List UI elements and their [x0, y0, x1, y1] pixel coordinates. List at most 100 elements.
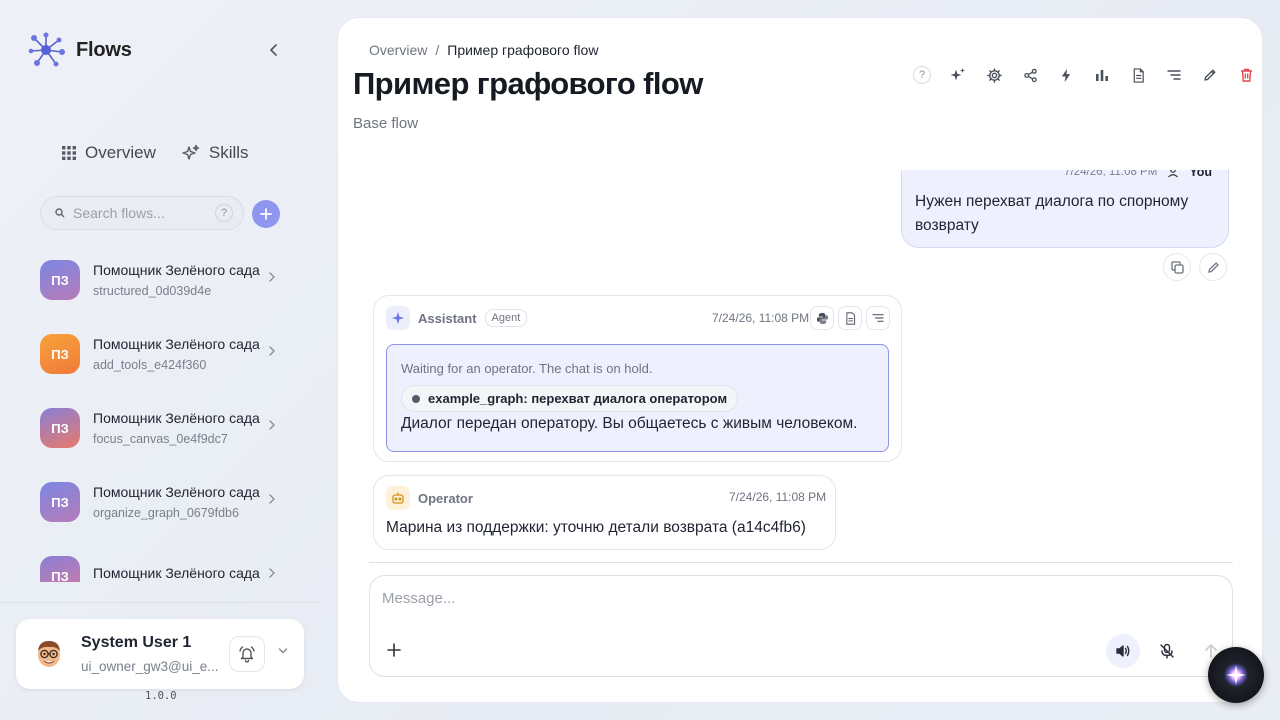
page-subtitle: Base flow [353, 115, 419, 132]
message-text: Нужен перехват диалога по спорному возвр… [915, 193, 1189, 234]
search-help-icon[interactable]: ? [215, 204, 233, 222]
flow-item[interactable]: ПЗ Помощник Зелёного сада structured_0d0… [40, 250, 290, 310]
plus-icon [260, 208, 272, 220]
flow-name: Помощник Зелёного сада [93, 565, 260, 581]
plus-icon [386, 642, 402, 658]
app-title: Flows [76, 38, 132, 61]
help-icon: ? [913, 66, 931, 84]
avatar[interactable] [34, 638, 64, 670]
edit-message-button[interactable] [1199, 253, 1227, 281]
message-author: Assistant [418, 310, 477, 326]
share-icon [1023, 68, 1038, 83]
lightning-icon [1060, 68, 1072, 83]
flow-avatar: ПЗ [40, 334, 80, 374]
copy-message-button[interactable] [1163, 253, 1191, 281]
user-email: ui_owner_gw3@ui_e... [81, 659, 219, 674]
message-document-button[interactable] [838, 306, 862, 330]
flow-item[interactable]: ПЗ Помощник Зелёного сада [40, 546, 290, 582]
voice-output-button[interactable] [1106, 634, 1140, 668]
nav-overview[interactable]: Overview [62, 143, 156, 163]
flow-slug: structured_0d039d4e [93, 284, 212, 298]
message-author: You [1189, 170, 1212, 179]
message-time: 7/24/26, 11:08 PM [712, 311, 810, 325]
analytics-button[interactable] [1084, 64, 1120, 86]
main-panel: Overview / Пример графового flow Пример … [337, 17, 1263, 703]
chat-history[interactable]: 7/24/26, 11:08 PM You Нужен перехват диа… [338, 170, 1262, 562]
flow-item[interactable]: ПЗ Помощник Зелёного сада organize_graph… [40, 472, 290, 532]
breadcrumb-separator: / [435, 42, 440, 58]
flow-name: Помощник Зелёного сада [93, 262, 260, 278]
help-button[interactable]: ? [904, 64, 940, 86]
nav-overview-label: Overview [85, 143, 156, 162]
voice-input-button[interactable] [1150, 634, 1184, 668]
notifications-button[interactable] [229, 636, 265, 672]
nav-skills-label: Skills [208, 143, 249, 162]
settings-button[interactable] [976, 64, 1012, 86]
list-tree-icon [872, 313, 884, 323]
user-icon [1167, 170, 1179, 178]
operator-message-header: Operator [386, 486, 473, 510]
message-input[interactable] [382, 586, 1082, 610]
python-button[interactable] [810, 306, 834, 330]
grid-icon [62, 146, 76, 160]
chevron-right-icon [268, 494, 276, 504]
flow-item[interactable]: ПЗ Помощник Зелёного сада focus_canvas_0… [40, 398, 290, 458]
pencil-icon [1203, 68, 1217, 82]
run-button[interactable] [1048, 64, 1084, 86]
chevron-right-icon [268, 272, 276, 282]
chevron-right-icon [268, 346, 276, 356]
message-outline-button[interactable] [866, 306, 890, 330]
assistant-sparkle-icon [386, 306, 410, 330]
graph-node-label: example_graph: перехват диалога оператор… [428, 391, 728, 406]
flow-avatar: ПЗ [40, 408, 80, 448]
page-title: Пример графового flow [353, 66, 703, 101]
graph-node-chip[interactable]: example_graph: перехват диалога оператор… [401, 385, 739, 412]
document-icon [1132, 67, 1145, 83]
flow-item[interactable]: ПЗ Помощник Зелёного сада add_tools_e424… [40, 324, 290, 384]
sparkles-icon [182, 144, 200, 162]
message-text: Диалог передан оператору. Вы общаетесь с… [401, 415, 858, 432]
copy-icon [1170, 260, 1184, 274]
attach-button[interactable] [384, 640, 404, 660]
flow-avatar: ПЗ [40, 260, 80, 300]
add-flow-button[interactable] [252, 200, 280, 228]
trash-icon [1240, 68, 1253, 82]
outline-button[interactable] [1156, 64, 1192, 86]
assistant-message-header: Assistant Agent [386, 306, 528, 330]
user-message-actions [1163, 253, 1227, 281]
search-input[interactable] [73, 205, 201, 221]
user-name: System User 1 [81, 634, 192, 651]
flow-slug: organize_graph_0679fdb6 [93, 506, 239, 520]
assistant-message-tools [810, 306, 890, 330]
assistant-launcher-button[interactable] [1208, 647, 1264, 703]
chevron-right-icon [268, 568, 276, 578]
flow-name: Помощник Зелёного сада [93, 410, 260, 426]
edit-button[interactable] [1192, 64, 1228, 86]
flow-toolbar: ? [904, 64, 1262, 86]
nav-skills[interactable]: Skills [182, 143, 249, 163]
chevron-down-icon[interactable] [278, 647, 288, 655]
brand[interactable]: Flows [28, 32, 132, 68]
breadcrumb-current: Пример графового flow [447, 42, 599, 58]
message-author: Operator [418, 490, 473, 506]
flow-slug: add_tools_e424f360 [93, 358, 207, 372]
flows-logo-icon [28, 32, 66, 68]
status-dot-icon [412, 394, 420, 403]
operator-message: Operator 7/24/26, 11:08 PM Марина из под… [373, 475, 836, 550]
share-button[interactable] [1012, 64, 1048, 86]
delete-button[interactable] [1228, 64, 1262, 86]
list-tree-icon [1167, 69, 1181, 81]
chevron-left-icon [269, 44, 279, 56]
flow-avatar: ПЗ [40, 556, 80, 582]
document-button[interactable] [1120, 64, 1156, 86]
sparkle-orb-icon [1222, 661, 1250, 689]
hold-status-text: Waiting for an operator. The chat is on … [401, 361, 653, 376]
ai-assist-button[interactable] [940, 64, 976, 86]
collapse-sidebar-button[interactable] [264, 40, 284, 60]
message-composer [369, 575, 1233, 677]
message-text: Марина из поддержки: уточню детали возвр… [386, 519, 806, 536]
flow-name: Помощник Зелёного сада [93, 484, 260, 500]
flow-name: Помощник Зелёного сада [93, 336, 260, 352]
python-icon [816, 312, 829, 325]
breadcrumb-root[interactable]: Overview [369, 42, 427, 58]
